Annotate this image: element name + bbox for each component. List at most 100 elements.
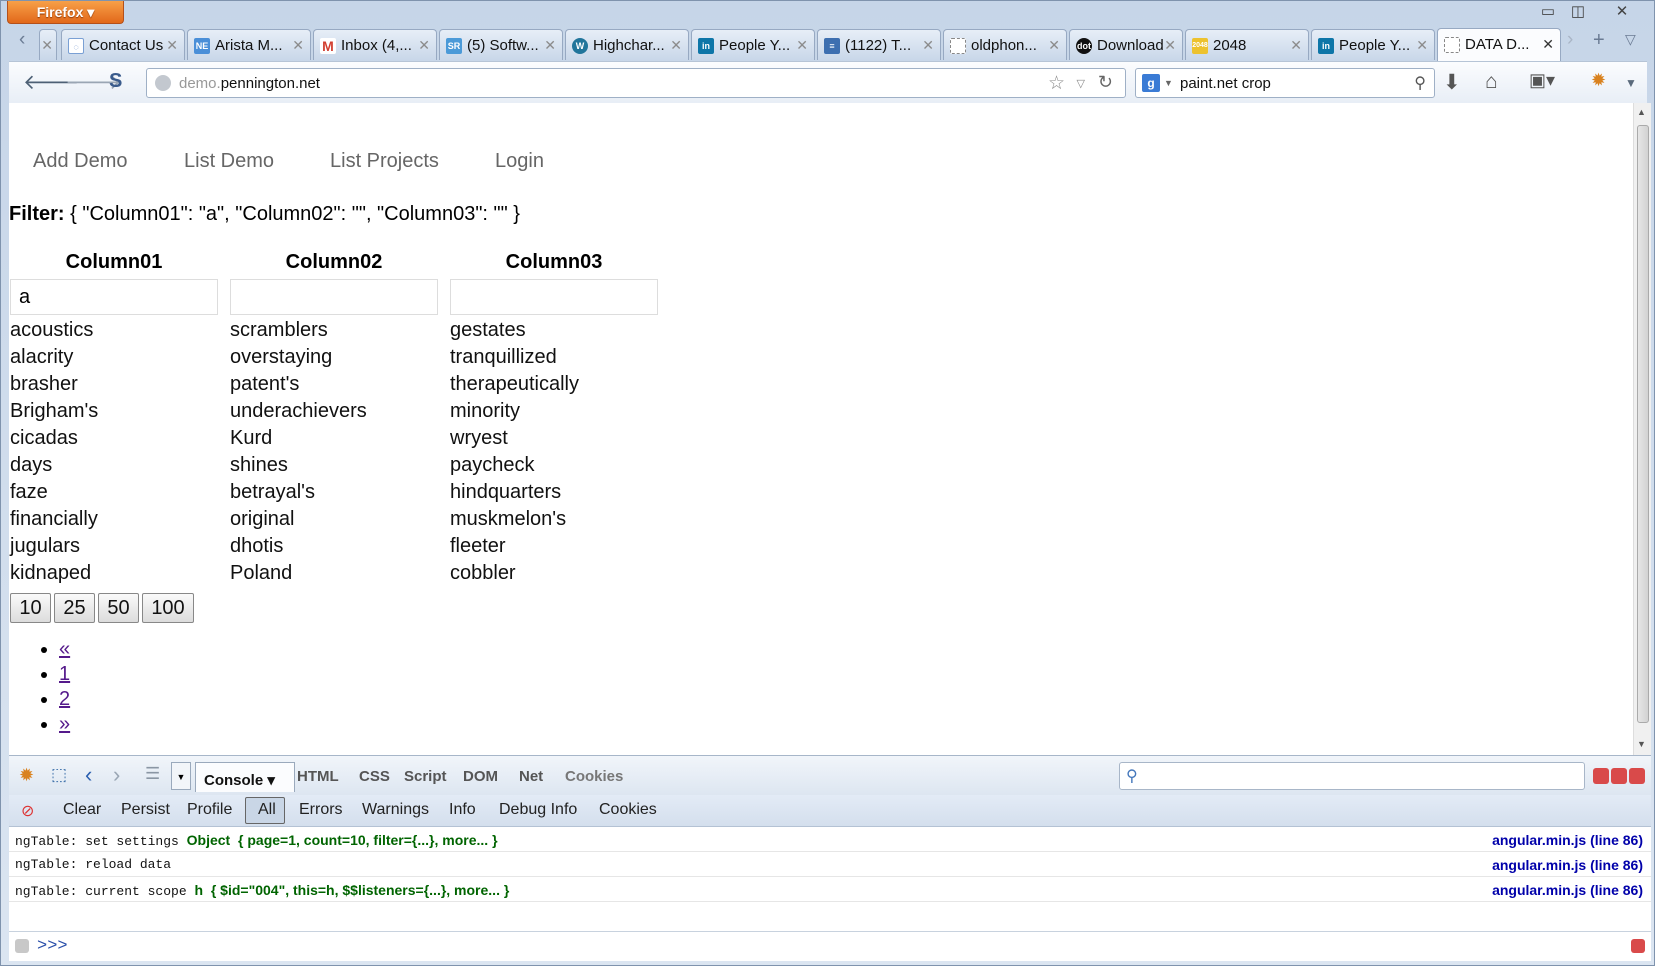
tab-css[interactable]: CSS	[359, 768, 390, 785]
tab-close-icon[interactable]: ✕	[1416, 37, 1428, 54]
log-object-detail[interactable]: { page=1, count=10, filter={...}, more..…	[238, 832, 498, 848]
filter-cookies-button[interactable]: Cookies	[599, 801, 657, 819]
filter-info-button[interactable]: Info	[449, 801, 476, 819]
bookmarks-icon[interactable]: ▣▾	[1529, 70, 1555, 91]
column02-filter-input[interactable]	[230, 279, 438, 315]
log-source-link[interactable]: angular.min.js (line 86)	[1492, 832, 1643, 848]
log-source-link[interactable]: angular.min.js (line 86)	[1492, 857, 1643, 873]
page-size-10-button[interactable]: 10	[10, 593, 51, 623]
tab-people-2[interactable]: in People Y... ✕	[1311, 29, 1435, 60]
profile-button[interactable]: Profile	[187, 801, 232, 819]
clear-command-icon[interactable]	[1631, 939, 1645, 953]
tab-cookies[interactable]: Cookies	[565, 768, 623, 785]
minimize-icon[interactable]: ▭	[1535, 3, 1561, 21]
firebug-menu-icon[interactable]: ✹	[19, 765, 34, 786]
search-icon[interactable]: ⚲	[1414, 73, 1426, 93]
pager-page-1-link[interactable]: 1	[59, 663, 70, 685]
downloads-icon[interactable]: ⬇	[1443, 70, 1461, 95]
tab-download[interactable]: dot Download ✕	[1069, 29, 1183, 60]
filter-errors-button[interactable]: Errors	[299, 801, 343, 819]
column03-filter-input[interactable]	[450, 279, 658, 315]
tab-close-icon[interactable]: ✕	[670, 37, 682, 54]
column01-filter-input[interactable]	[10, 279, 218, 315]
toolbar-menu-icon[interactable]: ▼	[1625, 76, 1637, 90]
inspect-icon[interactable]: ⬚	[51, 765, 67, 785]
page-scrollbar[interactable]: ▲ ▼	[1633, 103, 1651, 755]
scroll-down-icon[interactable]: ▼	[1637, 739, 1646, 749]
url-bar[interactable]: demo.pennington.net ☆ ▽ ↻	[146, 68, 1126, 98]
tab-close-icon[interactable]: ✕	[922, 37, 934, 54]
log-object-detail[interactable]: { $id="004", this=h, $$listeners={...}, …	[211, 882, 509, 898]
url-dropdown-icon[interactable]: ▽	[1077, 77, 1085, 90]
tab-close-icon[interactable]: ✕	[1048, 37, 1060, 54]
tab-inbox[interactable]: M Inbox (4,... ✕	[313, 29, 437, 60]
tab-close-icon[interactable]: ✕	[292, 37, 304, 54]
reload-icon[interactable]: ↻	[1098, 72, 1113, 93]
minimize-firebug-icon[interactable]	[1593, 768, 1609, 784]
tab-scroll-left-icon[interactable]: ‹	[19, 29, 25, 51]
tab-close-icon[interactable]: ✕	[418, 37, 430, 54]
panel-forward-icon[interactable]: ›	[113, 762, 120, 788]
panel-dropdown-icon[interactable]: ▼	[171, 762, 191, 790]
scroll-up-icon[interactable]: ▲	[1637, 107, 1646, 117]
command-line[interactable]: >>>	[9, 931, 1651, 961]
tab-close-icon[interactable]: ✕	[796, 37, 808, 54]
command-editor-icon[interactable]: ☰	[145, 764, 160, 784]
addon-s-icon[interactable]: S	[109, 70, 122, 93]
tab-data-demo[interactable]: DATA D... ✕	[1437, 28, 1561, 61]
tab-contact-us[interactable]: ◌ Contact Us ✕	[61, 29, 185, 60]
filter-all-button[interactable]: All	[258, 801, 276, 819]
firebug-icon[interactable]: ✹	[1591, 70, 1606, 91]
tab-pinned[interactable]: ✕	[39, 29, 57, 60]
tab-close-icon[interactable]: ✕	[166, 37, 178, 54]
column-header-01[interactable]: Column01	[9, 251, 219, 274]
pager-prev-link[interactable]: «	[59, 638, 70, 660]
log-object[interactable]: h	[194, 882, 203, 898]
new-tab-icon[interactable]: +	[1593, 29, 1605, 52]
menu-login[interactable]: Login	[495, 150, 544, 173]
firefox-menu-button[interactable]: Firefox ▾	[7, 1, 124, 24]
tab-list-icon[interactable]: ▽	[1625, 31, 1636, 48]
clear-button[interactable]: Clear	[63, 801, 101, 819]
tab-net[interactable]: Net	[519, 768, 543, 785]
close-window-icon[interactable]: ✕	[1609, 3, 1635, 21]
search-bar[interactable]: g ▼ paint.net crop ⚲	[1135, 68, 1435, 98]
tab-console[interactable]: Console ▾	[195, 762, 295, 792]
tab-oldphone[interactable]: oldphon... ✕	[943, 29, 1067, 60]
menu-add-demo[interactable]: Add Demo	[33, 150, 128, 173]
pager-page-2-link[interactable]: 2	[59, 688, 70, 710]
tab-2048[interactable]: 2048 2048 ✕	[1185, 29, 1309, 60]
log-object[interactable]: Object	[187, 832, 231, 848]
scroll-thumb[interactable]	[1637, 125, 1649, 723]
tab-arista[interactable]: NE Arista M... ✕	[187, 29, 311, 60]
firebug-search-input[interactable]: ⚲	[1119, 762, 1585, 790]
engine-dropdown-icon[interactable]: ▼	[1164, 78, 1173, 88]
menu-list-projects[interactable]: List Projects	[330, 150, 439, 173]
page-size-100-button[interactable]: 100	[142, 593, 194, 623]
column-header-02[interactable]: Column02	[229, 251, 439, 274]
home-icon[interactable]: ⌂	[1485, 70, 1498, 94]
tab-close-icon[interactable]: ✕	[1542, 36, 1554, 53]
pager-next-link[interactable]: »	[59, 713, 70, 735]
persist-button[interactable]: Persist	[121, 801, 170, 819]
filter-warnings-button[interactable]: Warnings	[362, 801, 429, 819]
tab-people-1[interactable]: in People Y... ✕	[691, 29, 815, 60]
panel-back-icon[interactable]: ‹	[85, 762, 92, 788]
bookmark-star-icon[interactable]: ☆	[1048, 72, 1065, 95]
clear-console-icon[interactable]: ⊘	[21, 801, 34, 821]
log-source-link[interactable]: angular.min.js (line 86)	[1492, 882, 1643, 898]
close-firebug-icon[interactable]	[1629, 768, 1645, 784]
site-identity-icon[interactable]	[155, 75, 171, 91]
tab-scroll-right-icon[interactable]: ›	[1567, 29, 1573, 51]
tab-dom[interactable]: DOM	[463, 768, 498, 785]
menu-list-demo[interactable]: List Demo	[184, 150, 274, 173]
command-editor-toggle-icon[interactable]	[15, 939, 29, 953]
search-input[interactable]: paint.net crop	[1180, 75, 1271, 92]
restore-icon[interactable]: ◫	[1565, 3, 1591, 21]
tab-close-icon[interactable]: ✕	[1164, 37, 1176, 54]
tab-script[interactable]: Script	[404, 768, 447, 785]
tab-softw[interactable]: SR (5) Softw... ✕	[439, 29, 563, 60]
page-size-25-button[interactable]: 25	[54, 593, 95, 623]
tab-close-icon[interactable]: ✕	[544, 37, 556, 54]
tab-html[interactable]: HTML	[297, 768, 339, 785]
